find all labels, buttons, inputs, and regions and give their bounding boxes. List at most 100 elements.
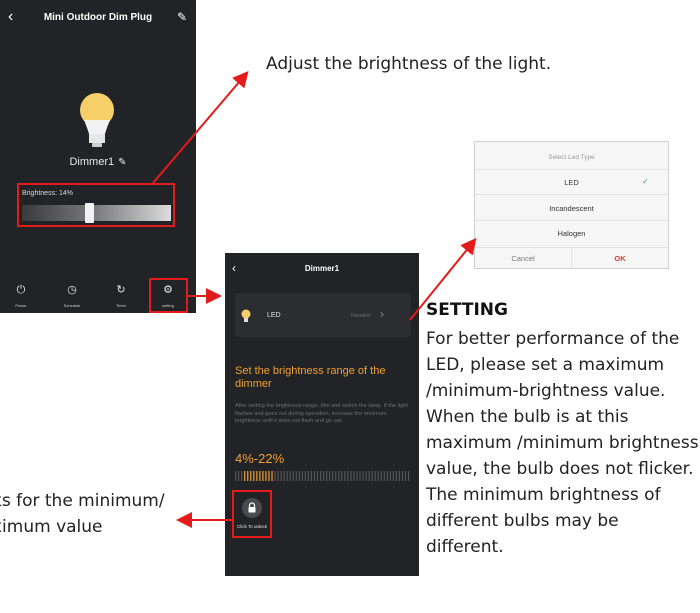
range-tick [307, 471, 310, 481]
range-tick [380, 471, 382, 481]
clock-icon: ◷ [67, 284, 77, 296]
range-tick [326, 471, 328, 481]
range-tick [319, 471, 322, 481]
range-tick [301, 471, 303, 481]
range-tick [289, 471, 291, 481]
range-tick [386, 471, 388, 481]
range-tick [265, 471, 267, 481]
range-slider[interactable] [235, 471, 411, 481]
range-value: 4%-22% [235, 451, 285, 466]
range-tick [365, 471, 367, 481]
range-tick [286, 471, 288, 481]
range-tick [244, 471, 246, 481]
power-icon: ⏻ [16, 284, 26, 296]
page-title: Dimmer1 [304, 264, 340, 273]
range-tick [377, 471, 379, 481]
option-halogen[interactable]: Halogen [475, 229, 668, 238]
lock-annotation-line1: ks for the minimum/ [0, 491, 165, 511]
range-tick [338, 471, 340, 481]
reselect-link[interactable]: Reselect [351, 313, 370, 319]
device-name-row: Dimmer1 ✎ [0, 156, 196, 168]
tab-schedule[interactable]: ◷ Schedule [55, 283, 89, 308]
range-tick [304, 471, 306, 481]
range-tick [347, 471, 349, 481]
range-tick [323, 471, 325, 481]
range-tick [247, 471, 249, 481]
setting-heading: SETTING [426, 300, 508, 320]
checkmark-icon: ✓ [642, 177, 649, 186]
range-tick [350, 471, 352, 481]
tab-power[interactable]: ⏻ Power [4, 283, 38, 308]
divider [475, 220, 668, 221]
range-tick [238, 471, 240, 481]
lock-highlight-box [232, 490, 272, 538]
rename-icon[interactable]: ✎ [118, 157, 126, 168]
range-tick [277, 471, 279, 481]
range-tick [292, 471, 294, 481]
range-tick [389, 471, 391, 481]
device-name: Dimmer1 [69, 156, 115, 168]
range-tick [250, 471, 252, 481]
range-tick [359, 471, 361, 481]
range-tick [335, 471, 337, 481]
range-tick [401, 471, 404, 481]
range-tick [374, 471, 376, 481]
main-phone-screen: ‹ Mini Outdoor Dim Plug ✎ Dimmer1 ✎ Brigh… [0, 0, 196, 313]
range-tick [298, 471, 300, 481]
range-tick [407, 471, 410, 481]
tab-schedule-label: Schedule [63, 303, 81, 308]
divider [475, 169, 668, 170]
range-tick [341, 471, 343, 481]
range-tick [271, 471, 273, 481]
range-tick [295, 471, 297, 481]
range-tick [310, 471, 313, 481]
range-tick [371, 471, 373, 481]
range-tick [368, 471, 370, 481]
header-bar: ‹ Mini Outdoor Dim Plug ✎ [0, 0, 196, 34]
setting-description: For better performance of the LED, pleas… [426, 329, 699, 557]
tab-timer-label: Timer [115, 303, 127, 308]
setting-highlight-box [149, 278, 188, 313]
range-tick [316, 471, 319, 481]
range-tick [241, 471, 243, 481]
lock-annotation: ks for the minimum/ ximum value [0, 488, 165, 540]
range-tick [259, 471, 261, 481]
range-tick [356, 471, 358, 481]
range-description: After setting the brightness range, dim … [235, 403, 408, 424]
range-tick [362, 471, 364, 481]
timer-icon: ↻ [116, 284, 126, 296]
range-tick [274, 471, 276, 481]
chevron-right-icon[interactable]: › [380, 307, 384, 321]
option-led[interactable]: LED [475, 178, 668, 187]
range-tick [395, 471, 398, 481]
range-tick [283, 471, 285, 481]
option-incandescent[interactable]: Incandescent [475, 204, 668, 213]
led-type-dialog: Select Led Type LED ✓ Incandescent Halog… [474, 141, 669, 269]
range-tick [392, 471, 394, 481]
tab-power-label: Power [15, 303, 27, 308]
range-tick [268, 471, 270, 481]
edit-icon[interactable]: ✎ [177, 10, 187, 24]
range-tick [262, 471, 264, 481]
range-tick [353, 471, 355, 481]
bulb-icon [74, 90, 120, 150]
brightness-annotation: Adjust the brightness of the light. [266, 54, 552, 74]
range-tick [332, 471, 334, 481]
range-tick [404, 471, 407, 481]
dialog-title: Select Led Type [548, 154, 595, 161]
range-tick [253, 471, 255, 481]
range-tick [280, 471, 282, 481]
range-tick [256, 471, 258, 481]
range-tick [329, 471, 331, 481]
range-tick [313, 471, 316, 481]
tab-timer[interactable]: ↻ Timer [104, 283, 138, 308]
lock-annotation-line2: ximum value [0, 517, 103, 537]
cancel-button[interactable]: Cancel [475, 254, 571, 263]
brightness-highlight-box [17, 183, 175, 227]
range-title: Set the brightness range of the dimmer [235, 365, 386, 390]
settings-phone-screen: ‹ Dimmer1 LED Reselect › Set the brightn… [225, 253, 419, 576]
range-tick [344, 471, 346, 481]
led-type-card[interactable] [235, 293, 411, 337]
ok-button[interactable]: OK [572, 254, 668, 263]
divider [475, 194, 668, 195]
